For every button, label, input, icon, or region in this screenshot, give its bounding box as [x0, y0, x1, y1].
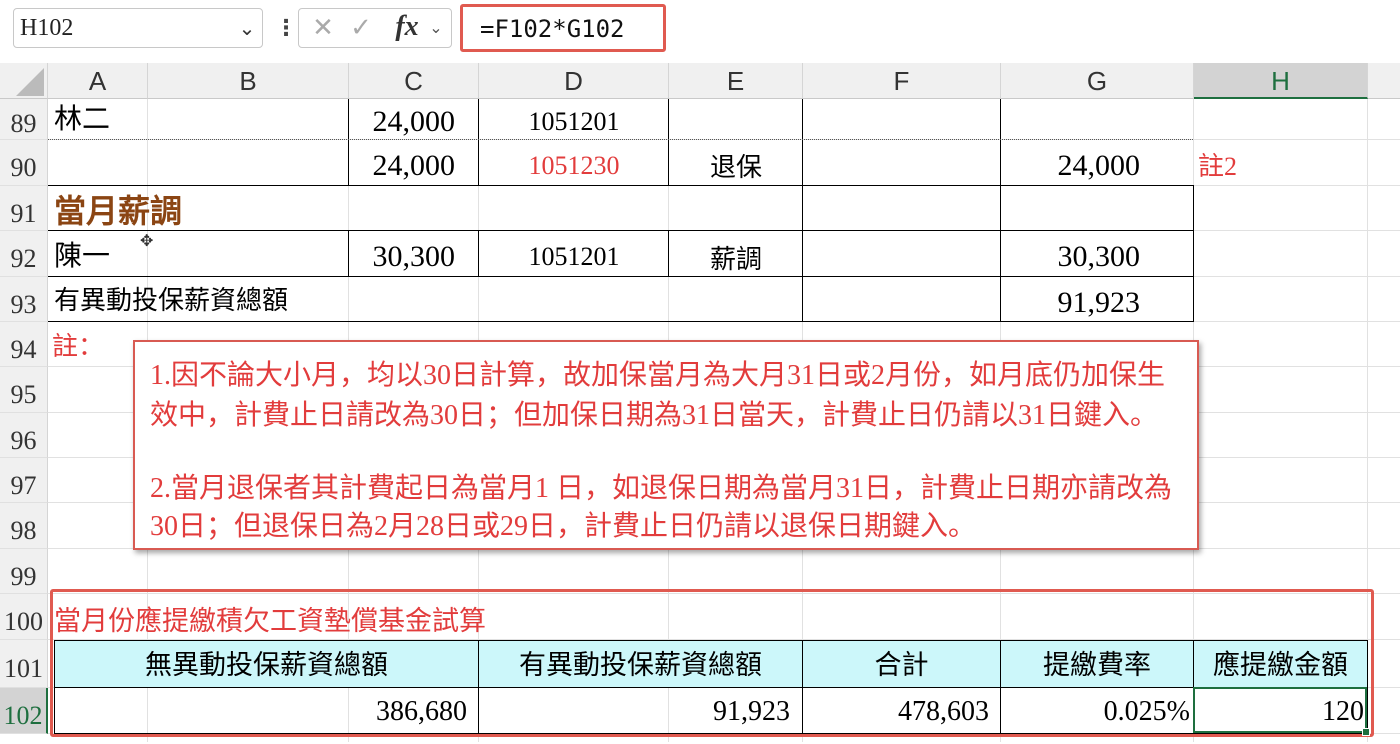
- column-header-f[interactable]: F: [803, 63, 1001, 99]
- cell-c92[interactable]: 30,300: [349, 239, 456, 275]
- cell-a89[interactable]: 林二: [54, 102, 110, 138]
- column-header-d[interactable]: D: [479, 63, 669, 99]
- cell-d90[interactable]: 1051230: [479, 148, 669, 184]
- cell-a94[interactable]: 註：: [52, 330, 104, 364]
- cell-h90[interactable]: 註2: [1198, 150, 1237, 184]
- cell-g92[interactable]: 30,300: [1001, 239, 1141, 275]
- cell-a92[interactable]: 陳一: [54, 238, 110, 276]
- row-header-97[interactable]: 97: [0, 458, 48, 503]
- active-cell-selection[interactable]: [1193, 687, 1367, 733]
- cell-e90[interactable]: 退保: [669, 150, 803, 186]
- row-header-101[interactable]: 101: [0, 640, 48, 688]
- row-header-96[interactable]: 96: [0, 413, 48, 458]
- cell-d89[interactable]: 1051201: [479, 104, 669, 140]
- column-header-i[interactable]: [1368, 63, 1400, 99]
- function-icon[interactable]: fx: [390, 10, 424, 44]
- column-header-e[interactable]: E: [669, 63, 803, 99]
- column-header-a[interactable]: A: [48, 63, 148, 99]
- row-header-98[interactable]: 98: [0, 503, 48, 549]
- cell-border: [802, 99, 803, 322]
- cell-g90[interactable]: 24,000: [1001, 148, 1141, 184]
- cell-c89[interactable]: 24,000: [349, 104, 456, 140]
- cell-e92[interactable]: 薪調: [669, 242, 803, 278]
- cell-c90[interactable]: 24,000: [349, 148, 456, 184]
- row-header-92[interactable]: 92: [0, 231, 48, 277]
- calc-table-highlight-box: [50, 589, 1374, 737]
- row-header-95[interactable]: 95: [0, 367, 48, 413]
- cell-cursor-icon: ✥: [140, 231, 154, 250]
- chevron-down-icon[interactable]: ⌄: [232, 8, 262, 48]
- cell-border: [48, 185, 1194, 186]
- name-box[interactable]: H102: [13, 8, 263, 48]
- row-header-94[interactable]: 94: [0, 322, 48, 367]
- cancel-icon[interactable]: ✕: [308, 12, 338, 44]
- cell-border: [48, 321, 1194, 322]
- column-header-b[interactable]: B: [148, 63, 349, 99]
- cell-g93[interactable]: 91,923: [1001, 285, 1141, 321]
- row-header-91[interactable]: 91: [0, 186, 48, 231]
- note-line-4: 30日；但退保日為2月28日或29日，計費止日仍請以退保日期鍵入。: [150, 511, 977, 542]
- function-chevron-icon[interactable]: ⌄: [424, 12, 448, 44]
- fill-handle[interactable]: [1362, 728, 1370, 736]
- column-header-h[interactable]: H: [1194, 63, 1368, 99]
- column-header-g[interactable]: G: [1001, 63, 1194, 99]
- more-options-icon[interactable]: ⋮: [275, 12, 297, 46]
- select-all-icon[interactable]: [16, 68, 44, 96]
- cell-a91[interactable]: 當月薪調: [54, 192, 182, 230]
- note-line-2: 效中，計費止日請改為30日；但加保日期為31日當天，計費止日仍請以31日鍵入。: [150, 400, 1159, 431]
- row-header-93[interactable]: 93: [0, 277, 48, 322]
- cell-border: [1193, 185, 1194, 322]
- row-header-99[interactable]: 99: [0, 549, 48, 594]
- row-header-100[interactable]: 100: [0, 594, 48, 640]
- cell-border: [48, 276, 1194, 277]
- row-header-90[interactable]: 90: [0, 140, 48, 186]
- row-header-89[interactable]: 89: [0, 99, 48, 140]
- formula-highlight-box: [460, 4, 666, 52]
- note-line-3: 2.當月退保者其計費起日為當月1 日，如退保日期為當月31日，計費止日期亦請改為: [150, 473, 1173, 504]
- row-header-102[interactable]: 102: [0, 688, 48, 734]
- note-line-1: 1.因不論大小月，均以30日計算，故加保當月為大月31日或2月份，如月底仍加保生: [150, 360, 1166, 391]
- cell-d92[interactable]: 1051201: [479, 239, 669, 275]
- column-header-c[interactable]: C: [349, 63, 479, 99]
- cell-a93[interactable]: 有異動投保薪資總額: [54, 283, 288, 319]
- cell-border: [48, 230, 1194, 231]
- enter-check-icon[interactable]: ✓: [346, 12, 376, 44]
